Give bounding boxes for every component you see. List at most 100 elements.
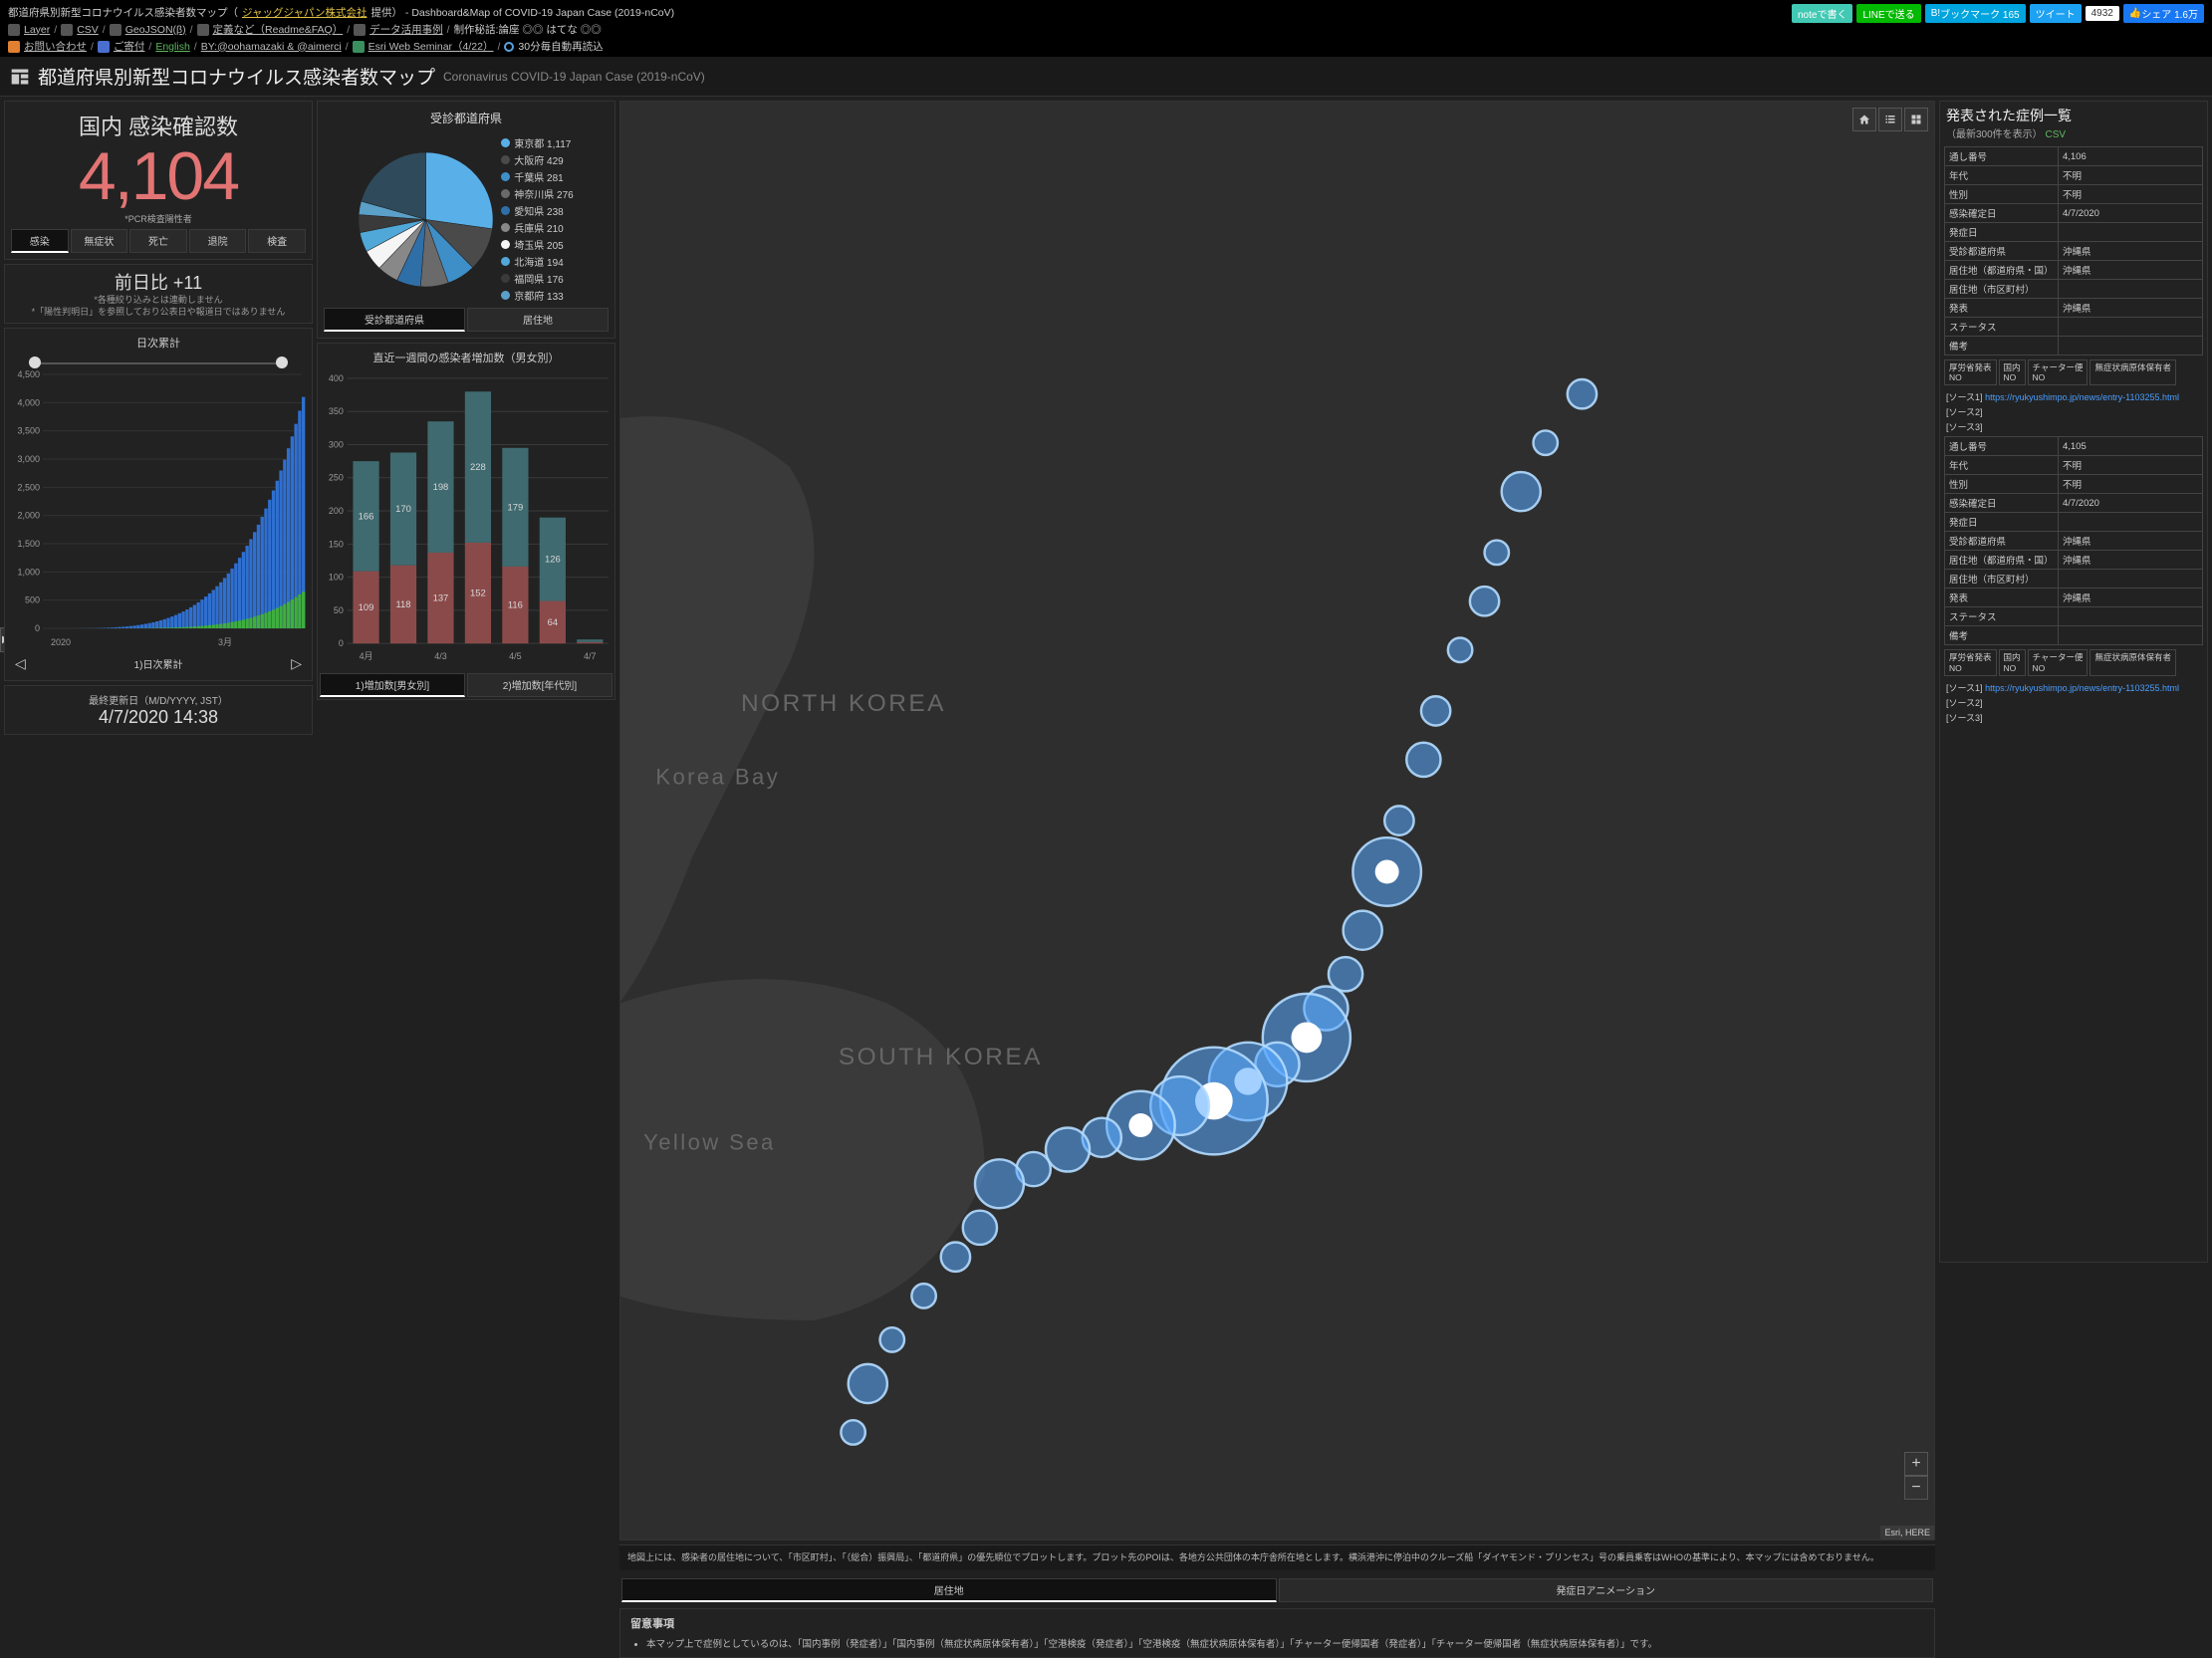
auto-reload-label: 30分毎自動再読込 bbox=[518, 39, 603, 54]
svg-text:4,500: 4,500 bbox=[17, 369, 40, 379]
slider-handle-end[interactable] bbox=[276, 356, 288, 368]
cumulative-chart: 05001,0001,5002,0002,5003,0003,5004,0004… bbox=[9, 368, 308, 650]
daily-diff-value: 前日比 +11 bbox=[9, 269, 308, 295]
esri-icon bbox=[353, 41, 365, 53]
bigstat-tab-4[interactable]: 検査 bbox=[248, 229, 306, 253]
svg-text:126: 126 bbox=[545, 554, 561, 565]
svg-text:200: 200 bbox=[329, 506, 344, 516]
bigstat-tab-2[interactable]: 死亡 bbox=[129, 229, 187, 253]
source-link[interactable]: https://ryukyushimpo.jp/news/entry-11032… bbox=[1985, 392, 2179, 402]
usecase-icon bbox=[354, 24, 366, 36]
svg-text:2020: 2020 bbox=[51, 637, 71, 647]
big-stat-number: 4,104 bbox=[9, 141, 308, 212]
share-note-button[interactable]: noteで書く bbox=[1792, 4, 1852, 23]
pager-prev[interactable]: ◁ bbox=[15, 655, 26, 672]
header-company-link[interactable]: ジャッグジャパン株式会社 bbox=[242, 5, 367, 20]
map-basemap-button[interactable] bbox=[1904, 108, 1928, 131]
source-link[interactable]: https://ryukyushimpo.jp/news/entry-11032… bbox=[1985, 683, 2179, 693]
header-suffix: 提供） - Dashboard&Map of COVID-19 Japan Ca… bbox=[370, 5, 674, 20]
svg-text:250: 250 bbox=[329, 473, 344, 483]
header-tail: 制作秘話:論座 ◎◎ はてな ◎◎ bbox=[454, 22, 602, 37]
stacked-chart: 050100150200250300350400 109166118170137… bbox=[318, 367, 614, 666]
svg-text:198: 198 bbox=[433, 481, 449, 492]
svg-text:Yellow Sea: Yellow Sea bbox=[643, 1129, 776, 1154]
svg-text:4/5: 4/5 bbox=[509, 651, 521, 661]
svg-text:109: 109 bbox=[359, 601, 374, 612]
map-canvas[interactable]: NORTH KOREA SOUTH KOREA Korea Bay Yellow… bbox=[620, 102, 1934, 1540]
link-esri[interactable]: Esri Web Seminar（4/22） bbox=[369, 39, 494, 54]
page-title: 都道府県別新型コロナウイルス感染者数マップ bbox=[38, 63, 435, 90]
svg-text:300: 300 bbox=[329, 439, 344, 449]
map-home-button[interactable] bbox=[1852, 108, 1876, 131]
svg-text:SOUTH KOREA: SOUTH KOREA bbox=[839, 1044, 1043, 1070]
contact-icon bbox=[8, 41, 20, 53]
faq-icon bbox=[197, 24, 209, 36]
cumulative-chart-title: 日次累計 bbox=[9, 335, 308, 351]
svg-text:179: 179 bbox=[508, 501, 524, 512]
pie-legend: 東京都 1,117大阪府 429千葉県 281神奈川県 276愛知県 238兵庫… bbox=[501, 134, 573, 304]
share-hatena-button[interactable]: B! ブックマーク 165 bbox=[1925, 4, 2026, 23]
svg-text:170: 170 bbox=[395, 503, 411, 514]
notes-title: 留意事項 bbox=[630, 1615, 1924, 1631]
layer-icon bbox=[8, 24, 20, 36]
tweet-count: 4932 bbox=[2086, 6, 2119, 21]
svg-text:228: 228 bbox=[470, 461, 486, 472]
page-subtitle: Coronavirus COVID-19 Japan Case (2019-nC… bbox=[443, 70, 705, 84]
daily-diff-note2: *「陽性判明日」を参照しており公表日や報道日ではありません bbox=[9, 307, 308, 319]
big-stat-note: *PCR検査陽性者 bbox=[9, 212, 308, 225]
link-usecase[interactable]: データ活用事例 bbox=[369, 22, 443, 37]
link-layer[interactable]: Layer bbox=[24, 24, 50, 36]
pager-next[interactable]: ▷ bbox=[291, 655, 302, 672]
map-tab-1[interactable]: 発症日アニメーション bbox=[1279, 1578, 1934, 1602]
share-twitter-button[interactable]: ツイート bbox=[2030, 4, 2082, 23]
svg-text:Korea Bay: Korea Bay bbox=[655, 764, 780, 789]
pager-label: 1)日次累計 bbox=[134, 656, 183, 671]
pie-tab-1[interactable]: 居住地 bbox=[467, 308, 609, 332]
svg-text:1,000: 1,000 bbox=[17, 567, 40, 577]
cases-header: 発表された症例一覧 bbox=[1940, 102, 2207, 125]
svg-text:0: 0 bbox=[339, 638, 344, 648]
map-zoom-in[interactable]: + bbox=[1904, 1452, 1928, 1476]
map-attribution: Esri, HERE bbox=[1880, 1526, 1934, 1540]
link-contact[interactable]: お問い合わせ bbox=[24, 39, 87, 54]
slider-handle-start[interactable] bbox=[29, 356, 41, 368]
dashboard-icon bbox=[10, 67, 30, 87]
svg-text:0: 0 bbox=[35, 623, 40, 633]
pie-chart-title: 受診都道府県 bbox=[322, 110, 611, 126]
link-faq[interactable]: 定義など（Readme&FAQ） bbox=[213, 22, 344, 37]
map-tab-0[interactable]: 居住地 bbox=[621, 1578, 1277, 1602]
stacked-tab-1[interactable]: 2)増加数[年代別] bbox=[467, 673, 613, 697]
pie-chart bbox=[359, 152, 493, 287]
link-geojson[interactable]: GeoJSON(β) bbox=[125, 24, 186, 36]
bigstat-tab-3[interactable]: 退院 bbox=[189, 229, 247, 253]
link-by[interactable]: BY:@oohamazaki & @aimerci bbox=[201, 41, 342, 53]
bigstat-tab-0[interactable]: 感染 bbox=[11, 229, 69, 253]
svg-text:2,000: 2,000 bbox=[17, 510, 40, 520]
svg-text:NORTH KOREA: NORTH KOREA bbox=[741, 690, 946, 717]
map-legend-button[interactable] bbox=[1878, 108, 1902, 131]
updated-value: 4/7/2020 14:38 bbox=[11, 707, 306, 728]
cases-sub: （最新300件を表示） bbox=[1946, 129, 2043, 140]
pie-tab-0[interactable]: 受診都道府県 bbox=[324, 308, 465, 332]
link-donate[interactable]: ご寄付 bbox=[114, 39, 145, 54]
bigstat-tab-1[interactable]: 無症状 bbox=[71, 229, 128, 253]
map-zoom-out[interactable]: − bbox=[1904, 1476, 1928, 1500]
svg-text:1,500: 1,500 bbox=[17, 539, 40, 549]
svg-text:350: 350 bbox=[329, 406, 344, 416]
svg-text:4/3: 4/3 bbox=[434, 651, 446, 661]
cases-csv-link[interactable]: CSV bbox=[2045, 129, 2066, 140]
share-facebook-button[interactable]: 👍 シェア 1.6万 bbox=[2123, 4, 2204, 23]
svg-text:4,000: 4,000 bbox=[17, 397, 40, 407]
csv-icon bbox=[61, 24, 73, 36]
svg-text:50: 50 bbox=[334, 605, 344, 615]
link-csv[interactable]: CSV bbox=[77, 24, 99, 36]
svg-text:400: 400 bbox=[329, 373, 344, 383]
svg-text:3,500: 3,500 bbox=[17, 425, 40, 435]
svg-text:3月: 3月 bbox=[218, 637, 232, 647]
svg-text:152: 152 bbox=[470, 588, 486, 598]
share-line-button[interactable]: LINEで送る bbox=[1856, 4, 1920, 23]
svg-text:2,500: 2,500 bbox=[17, 482, 40, 492]
link-english[interactable]: English bbox=[155, 41, 189, 53]
stacked-tab-0[interactable]: 1)増加数[男女別] bbox=[320, 673, 465, 697]
header-prefix: 都道府県別新型コロナウイルス感染者数マップ（ bbox=[8, 5, 238, 20]
